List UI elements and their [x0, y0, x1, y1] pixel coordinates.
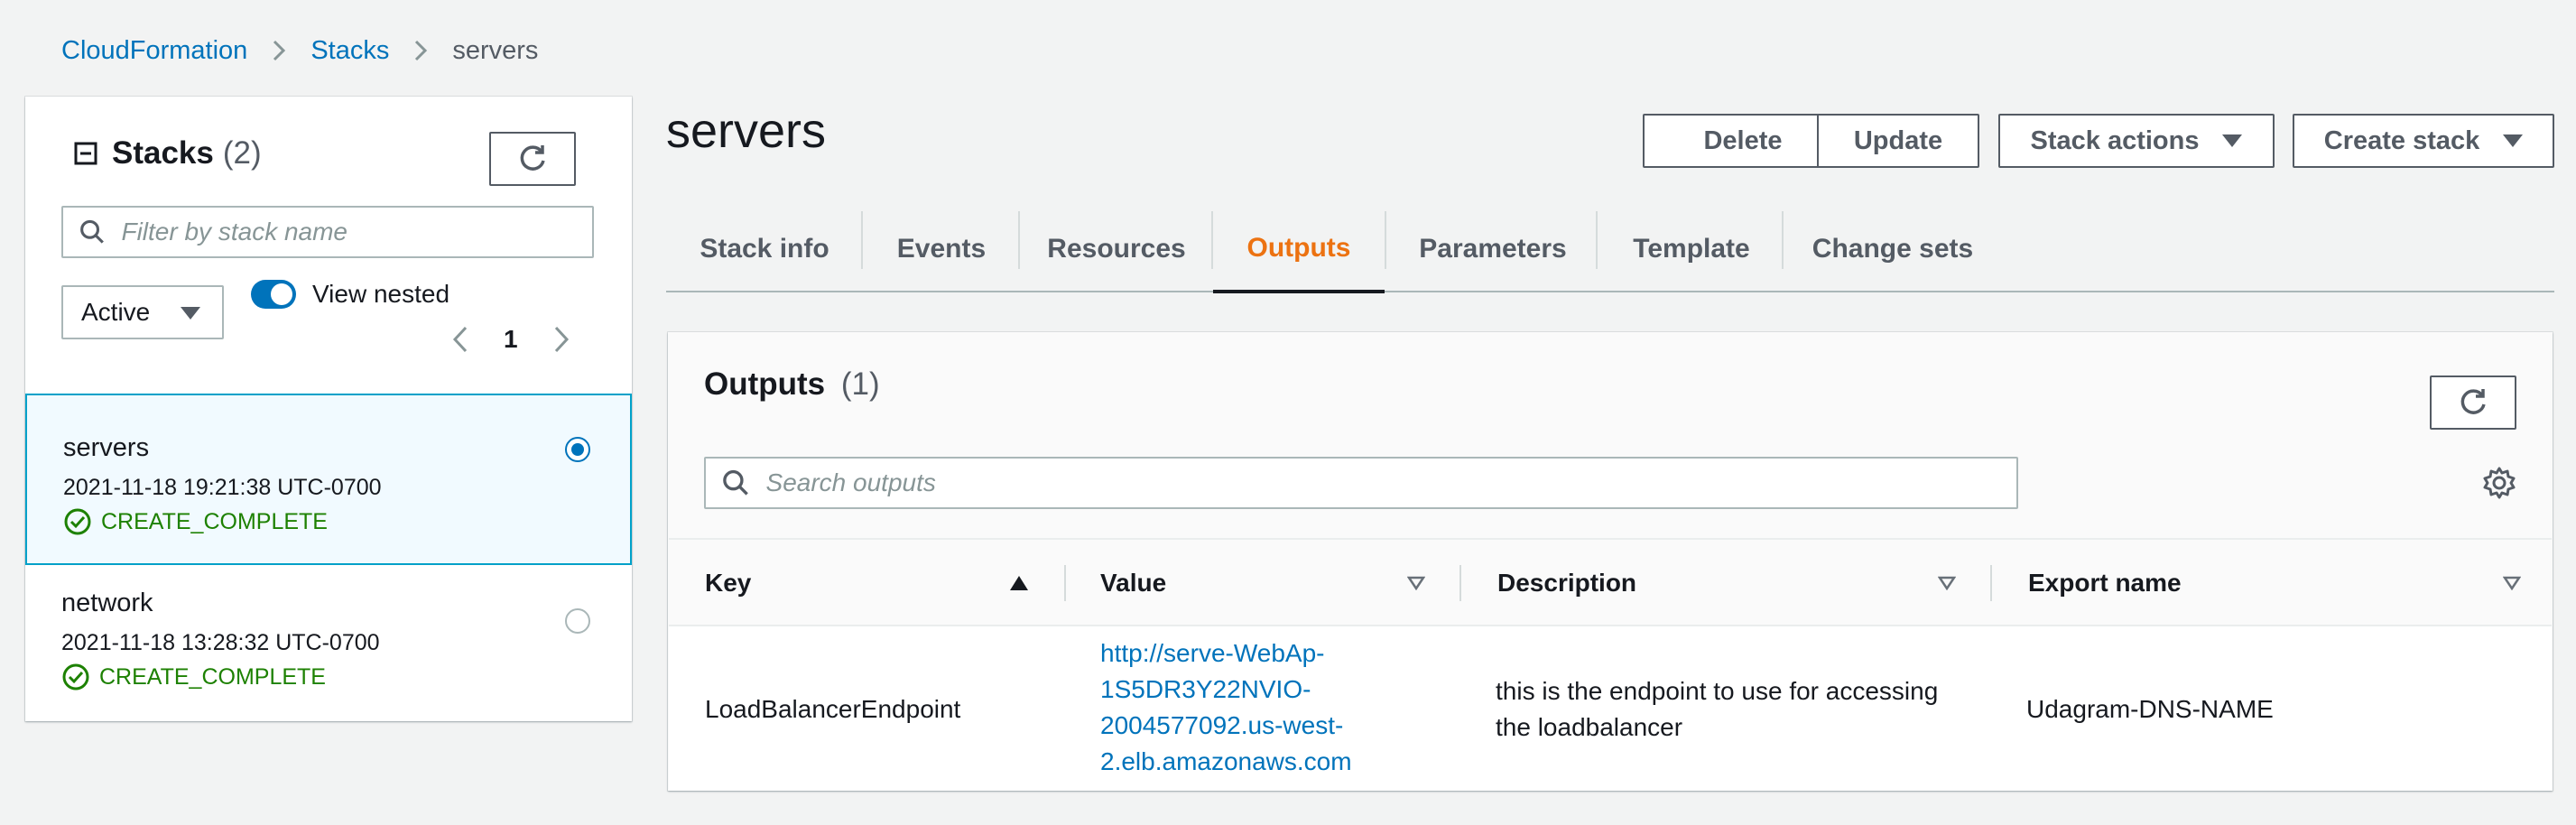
stack-radio[interactable] — [565, 608, 590, 634]
create-stack-button[interactable]: Create stack — [2293, 114, 2554, 168]
refresh-icon — [520, 145, 545, 171]
tab-change-sets[interactable]: Change sets — [1784, 206, 2002, 292]
chevron-right-icon — [389, 39, 452, 62]
outputs-title-text: Outputs — [704, 366, 826, 402]
caret-down-icon — [2503, 134, 2524, 147]
chevron-right-icon[interactable] — [552, 325, 570, 354]
delete-button[interactable]: Delete — [1643, 114, 1843, 168]
stack-item-servers[interactable]: servers 2021-11-18 19:21:38 UTC-0700 CRE… — [25, 394, 632, 565]
tab-template[interactable]: Template — [1598, 206, 1785, 292]
sort-icon[interactable] — [2503, 576, 2521, 590]
refresh-icon — [2460, 389, 2486, 414]
stacks-pagination: 1 — [451, 318, 570, 361]
outputs-count: (1) — [840, 366, 880, 402]
status-filter-select[interactable]: Active — [61, 285, 224, 339]
collapse-icon[interactable] — [74, 142, 97, 165]
outputs-refresh-button[interactable] — [2430, 375, 2516, 430]
stack-filter-input[interactable] — [121, 218, 592, 246]
breadcrumb: CloudFormation Stacks servers — [61, 32, 538, 69]
output-description-line: this is the endpoint to use for accessin… — [1496, 677, 1939, 705]
view-nested-toggle[interactable] — [251, 280, 296, 309]
stack-date: 2021-11-18 19:21:38 UTC-0700 — [63, 475, 382, 500]
column-header-export-name[interactable]: Export name — [2028, 540, 2182, 626]
sort-icon[interactable] — [1407, 576, 1425, 590]
stacks-count: (2) — [222, 135, 262, 171]
output-description-line: the loadbalancer — [1496, 713, 1683, 741]
table-row: LoadBalancerEndpoint http://serve-WebAp-… — [669, 626, 2552, 791]
stacks-refresh-button[interactable] — [489, 132, 576, 186]
check-circle-icon — [64, 508, 91, 535]
output-export-name: Udagram-DNS-NAME — [2026, 695, 2274, 723]
column-header-description[interactable]: Description — [1497, 540, 1636, 626]
search-icon — [80, 219, 104, 244]
tab-outputs[interactable]: Outputs — [1213, 206, 1385, 293]
stack-actions-label: Stack actions — [2030, 125, 2200, 155]
stack-filter[interactable] — [61, 206, 594, 258]
chevron-left-icon[interactable] — [451, 325, 469, 354]
sort-ascending-icon[interactable] — [1010, 576, 1028, 590]
tab-stack-info[interactable]: Stack info — [666, 206, 863, 292]
output-value-line: http://serve-WebAp- — [1100, 639, 1325, 667]
breadcrumb-current: servers — [452, 35, 539, 65]
outputs-search-input[interactable] — [765, 468, 2016, 497]
stack-status: CREATE_COMPLETE — [61, 663, 326, 691]
column-header-value[interactable]: Value — [1100, 540, 1166, 626]
view-nested-label: View nested — [312, 280, 450, 308]
column-header-key[interactable]: Key — [705, 540, 751, 626]
search-icon — [723, 469, 748, 496]
output-value-line: 2004577092.us-west- — [1100, 711, 1344, 739]
stack-name: servers — [63, 433, 150, 462]
breadcrumb-stacks[interactable]: Stacks — [310, 36, 389, 66]
update-button[interactable]: Update — [1817, 114, 1979, 168]
stacks-panel-title: Stacks (2) — [74, 135, 262, 171]
tab-events[interactable]: Events — [863, 206, 1020, 292]
caret-down-icon — [2222, 134, 2243, 147]
stack-status: CREATE_COMPLETE — [63, 507, 328, 536]
stack-tabs: Stack info Events Resources Outputs Para… — [666, 206, 2554, 293]
output-description: this is the endpoint to use for accessin… — [1496, 673, 1938, 746]
outputs-title: Outputs (1) — [704, 366, 880, 403]
page-number[interactable]: 1 — [504, 325, 518, 354]
output-value-link[interactable]: http://serve-WebAp- 1S5DR3Y22NVIO- 20045… — [1100, 635, 1352, 780]
breadcrumb-cloudformation[interactable]: CloudFormation — [61, 36, 247, 66]
tab-parameters[interactable]: Parameters — [1386, 206, 1599, 292]
stack-actions-button[interactable]: Stack actions — [1998, 114, 2275, 168]
page-title: servers — [666, 104, 827, 158]
output-key: LoadBalancerEndpoint — [705, 695, 961, 723]
stack-date: 2021-11-18 13:28:32 UTC-0700 — [61, 630, 380, 655]
stack-item-network[interactable]: network 2021-11-18 13:28:32 UTC-0700 CRE… — [25, 567, 632, 718]
stack-status-text: CREATE_COMPLETE — [99, 663, 326, 690]
check-circle-icon — [62, 663, 89, 691]
stack-name: network — [61, 589, 153, 617]
stacks-title-text: Stacks — [112, 135, 214, 171]
sort-icon[interactable] — [1938, 576, 1956, 590]
gear-icon[interactable] — [2482, 466, 2516, 500]
output-value-line: 1S5DR3Y22NVIO- — [1100, 675, 1311, 703]
status-filter-value: Active — [81, 298, 151, 326]
outputs-table-header: Key Value Description Export name — [669, 538, 2552, 626]
output-value-line: 2.elb.amazonaws.com — [1100, 747, 1352, 775]
stack-status-text: CREATE_COMPLETE — [101, 508, 328, 534]
create-stack-label: Create stack — [2323, 125, 2480, 155]
caret-down-icon — [181, 307, 200, 320]
stack-radio-selected[interactable] — [565, 437, 590, 462]
tab-resources[interactable]: Resources — [1020, 206, 1213, 292]
outputs-search[interactable] — [704, 457, 2018, 509]
chevron-right-icon — [247, 39, 310, 62]
